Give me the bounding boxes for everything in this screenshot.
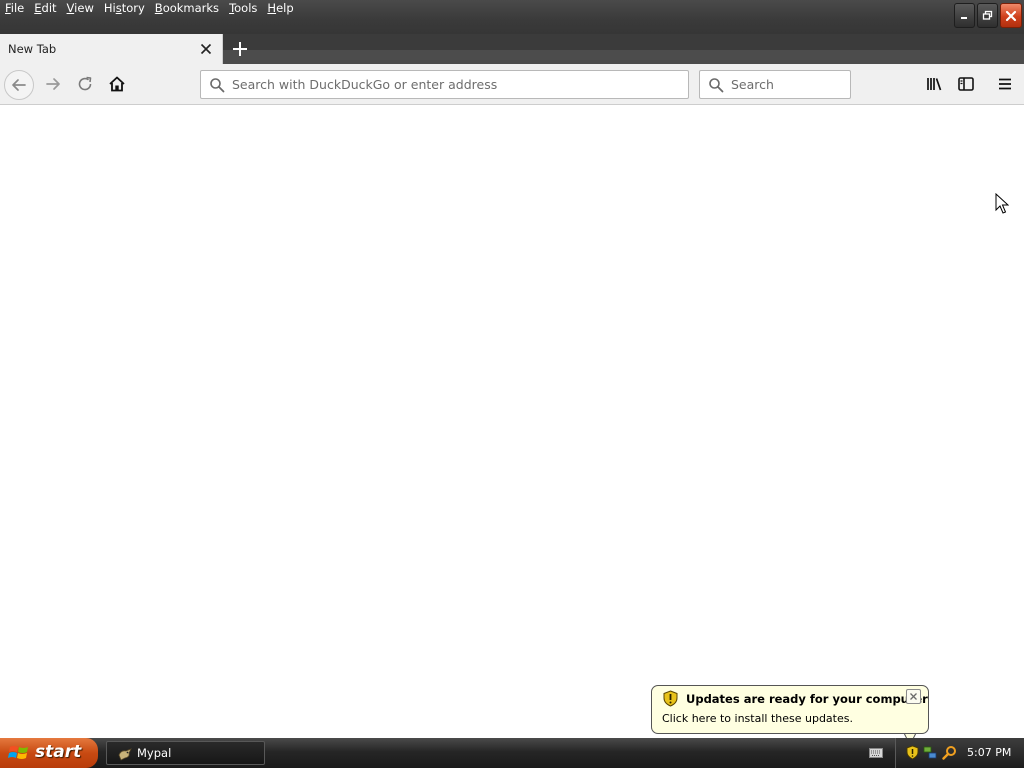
menu-view[interactable]: View bbox=[62, 0, 99, 17]
search-icon bbox=[210, 78, 225, 93]
search-bar[interactable] bbox=[699, 70, 851, 99]
start-label: start bbox=[35, 742, 82, 762]
forward-button[interactable] bbox=[41, 72, 65, 96]
search-icon[interactable] bbox=[942, 745, 957, 760]
address-input[interactable] bbox=[232, 71, 682, 98]
security-shield-icon bbox=[663, 690, 678, 707]
security-shield-icon[interactable] bbox=[905, 745, 920, 760]
title-bar: File Edit View History Bookmarks Tools H… bbox=[0, 0, 1024, 34]
taskbar-item-label: Mypal bbox=[137, 746, 172, 760]
library-button[interactable] bbox=[922, 72, 946, 96]
back-button[interactable] bbox=[4, 70, 34, 100]
taskbar-item-mypal[interactable]: Mypal bbox=[106, 741, 265, 765]
home-button[interactable] bbox=[105, 72, 129, 96]
minimize-icon bbox=[961, 17, 967, 19]
notification-title[interactable]: Updates are ready for your computer bbox=[686, 692, 928, 706]
clock[interactable]: 5:07 PM bbox=[967, 746, 1011, 759]
search-input[interactable] bbox=[731, 71, 846, 98]
tab-strip: New Tab bbox=[0, 34, 1024, 64]
restore-button[interactable] bbox=[977, 3, 998, 28]
menu-edit[interactable]: Edit bbox=[29, 0, 61, 17]
library-icon bbox=[927, 78, 942, 91]
menu-bookmarks[interactable]: Bookmarks bbox=[150, 0, 224, 17]
tab-title: New Tab bbox=[8, 42, 57, 56]
keyboard-icon[interactable] bbox=[869, 747, 883, 759]
address-bar[interactable] bbox=[200, 70, 689, 99]
page-content[interactable] bbox=[0, 105, 1024, 738]
mouse-pointer-icon bbox=[995, 193, 1009, 214]
close-icon bbox=[1005, 10, 1017, 21]
restore-icon bbox=[982, 10, 993, 20]
search-icon bbox=[709, 78, 724, 93]
hamburger-menu-icon bbox=[999, 78, 1011, 90]
network-icon[interactable] bbox=[923, 745, 938, 760]
back-arrow-icon bbox=[12, 79, 26, 91]
forward-arrow-icon bbox=[46, 78, 60, 90]
notification-text[interactable]: Click here to install these updates. bbox=[662, 712, 853, 725]
sidebar-icon bbox=[958, 77, 974, 91]
menu-file[interactable]: File bbox=[0, 0, 29, 17]
close-window-button[interactable] bbox=[1000, 3, 1022, 28]
notification-close-button[interactable] bbox=[906, 689, 921, 704]
windows-logo-icon bbox=[8, 746, 28, 759]
minimize-button[interactable] bbox=[954, 3, 975, 28]
menu-bar: File Edit View History Bookmarks Tools H… bbox=[0, 0, 299, 17]
tab-new-tab[interactable]: New Tab bbox=[0, 34, 223, 64]
mypal-app-icon bbox=[118, 748, 132, 761]
menu-history[interactable]: History bbox=[99, 0, 150, 17]
reload-button[interactable] bbox=[73, 72, 97, 96]
tab-close-icon[interactable] bbox=[198, 41, 214, 57]
open-menu-button[interactable] bbox=[993, 72, 1017, 96]
close-icon bbox=[910, 693, 917, 700]
home-icon bbox=[109, 76, 125, 92]
sidebar-button[interactable] bbox=[954, 72, 978, 96]
menu-tools[interactable]: Tools bbox=[224, 0, 262, 17]
reload-icon bbox=[78, 76, 92, 91]
menu-help[interactable]: Help bbox=[262, 0, 298, 17]
new-tab-icon[interactable] bbox=[230, 39, 250, 59]
navigation-toolbar bbox=[0, 64, 1024, 105]
start-button[interactable]: start bbox=[0, 738, 98, 768]
